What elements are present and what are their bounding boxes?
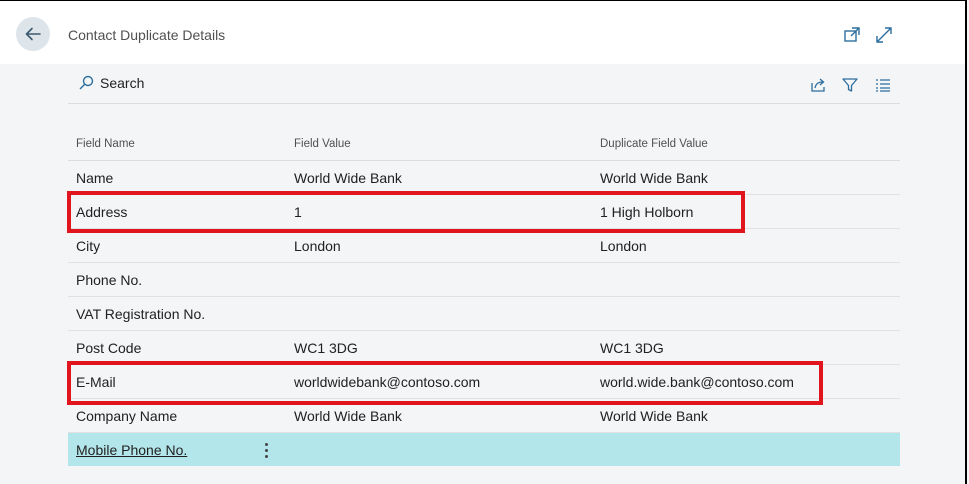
page-title: Contact Duplicate Details [68, 27, 226, 43]
expand-icon[interactable] [874, 25, 894, 45]
open-in-new-window-icon[interactable] [842, 25, 862, 45]
field-name-cell: Name [76, 170, 114, 186]
table-row[interactable]: Post Code WC1 3DG WC1 3DG [68, 331, 900, 365]
page-header: Contact Duplicate Details [0, 0, 967, 64]
duplicate-field-value-cell: London [600, 238, 647, 254]
filter-icon[interactable] [840, 75, 860, 95]
duplicate-field-value-cell: 1 High Holborn [600, 204, 694, 220]
field-value-cell: London [294, 238, 341, 254]
table-row[interactable]: City London London [68, 229, 900, 263]
table-row[interactable]: Name World Wide Bank World Wide Bank [68, 161, 900, 195]
arrow-left-icon [25, 27, 41, 41]
field-name-cell: Post Code [76, 340, 142, 356]
field-name-cell: City [76, 238, 101, 254]
field-value-cell: World Wide Bank [294, 170, 402, 186]
back-button[interactable] [16, 17, 50, 51]
duplicate-field-value-cell: WC1 3DG [600, 340, 664, 356]
row-actions-menu-icon[interactable] [258, 440, 274, 460]
field-name-cell: Phone No. [76, 272, 143, 288]
column-header-field-value[interactable]: Field Value [294, 138, 351, 150]
field-name-cell: Company Name [76, 408, 178, 424]
table-header: Field Name Field Value Duplicate Field V… [68, 130, 900, 161]
field-value-cell: WC1 3DG [294, 340, 358, 356]
field-name-link[interactable]: Mobile Phone No. [76, 442, 187, 458]
table-row[interactable]: E-Mail worldwidebank@contoso.com world.w… [68, 365, 900, 399]
field-name-cell: Address [76, 204, 128, 220]
search-button[interactable]: Search [78, 75, 144, 91]
table-row[interactable]: Address 1 1 High Holborn [68, 195, 900, 229]
list-toolbar: Search [68, 64, 900, 104]
search-icon [79, 75, 94, 90]
duplicate-field-value-cell: world.wide.bank@contoso.com [600, 374, 794, 390]
field-name-cell: E-Mail [76, 374, 116, 390]
duplicate-field-value-cell: World Wide Bank [600, 408, 708, 424]
table-row[interactable]: VAT Registration No. [68, 297, 900, 331]
field-value-cell: World Wide Bank [294, 408, 402, 424]
duplicate-details-table: Field Name Field Value Duplicate Field V… [68, 130, 900, 466]
share-icon[interactable] [808, 75, 828, 95]
column-header-duplicate-field-value[interactable]: Duplicate Field Value [600, 138, 708, 150]
table-row[interactable]: Phone No. [68, 263, 900, 297]
duplicate-field-value-cell: World Wide Bank [600, 170, 708, 186]
table-row[interactable]: Company Name World Wide Bank World Wide … [68, 399, 900, 433]
field-value-cell: 1 [294, 204, 302, 220]
table-row-selected[interactable]: Mobile Phone No. [68, 433, 900, 466]
field-name-cell: VAT Registration No. [76, 306, 206, 322]
list-view-icon[interactable] [873, 75, 893, 95]
content-area: Search Field Name Field Value Duplicate … [0, 64, 967, 484]
search-label: Search [100, 75, 145, 91]
column-header-field-name[interactable]: Field Name [76, 138, 135, 150]
field-value-cell: worldwidebank@contoso.com [294, 374, 481, 390]
